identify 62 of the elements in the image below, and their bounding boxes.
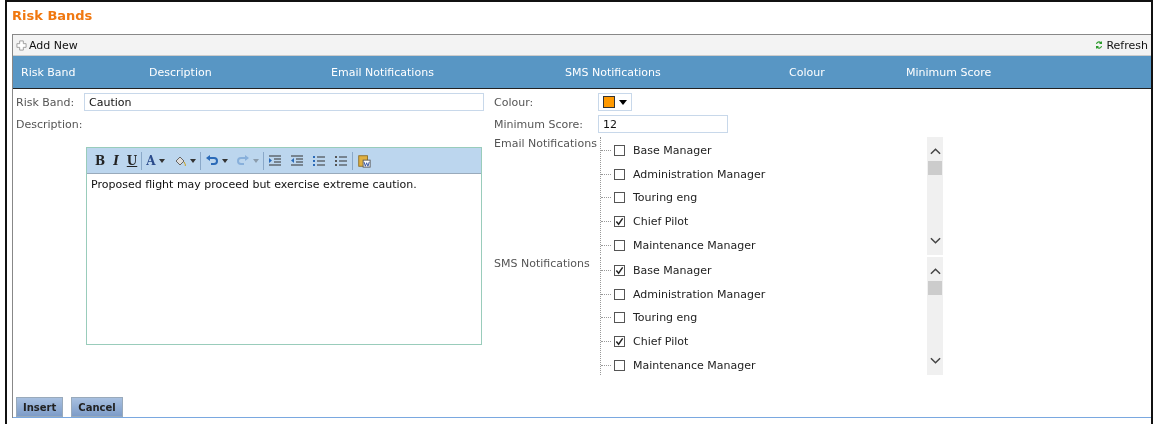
- checkbox[interactable]: [614, 145, 625, 157]
- italic-tool[interactable]: I: [113, 151, 119, 170]
- scrollbar-thumb[interactable]: [928, 281, 942, 295]
- field-label: Email Notifications: [494, 137, 598, 150]
- outdent-icon: [289, 153, 304, 168]
- rich-text-editor[interactable]: B I U A Proposed flight may proceed but exercise extreme caution.: [86, 147, 482, 345]
- checkbox[interactable]: [614, 336, 625, 348]
- scroll-down-icon[interactable]: [929, 357, 941, 365]
- checkbox[interactable]: [614, 168, 625, 180]
- checkbox-label[interactable]: Administration Manager: [633, 167, 766, 181]
- checkbox-label[interactable]: Administration Manager: [633, 287, 766, 301]
- checkbox[interactable]: [614, 239, 625, 251]
- clipboard-icon: [356, 153, 371, 168]
- checkbox-label[interactable]: Chief Pilot: [633, 215, 689, 229]
- bullet-list-icon: [333, 153, 348, 168]
- form-button[interactable]: Insert: [16, 397, 64, 417]
- add-new-button[interactable]: Add New: [13, 38, 81, 52]
- scroll-down-icon[interactable]: [929, 237, 941, 245]
- caret-icon: [221, 158, 228, 163]
- font-color-tool[interactable]: A: [146, 151, 165, 170]
- caret-icon: [189, 158, 196, 163]
- colour-picker[interactable]: [598, 93, 632, 111]
- minimum-score-field[interactable]: 12: [598, 115, 728, 133]
- field-label: Minimum Score:: [494, 117, 584, 131]
- field-label: SMS Notifications: [494, 257, 591, 270]
- redo-icon: [235, 153, 250, 168]
- plus-icon: [16, 39, 27, 51]
- field-label: Risk Band:: [16, 95, 76, 109]
- underline-tool[interactable]: U: [126, 151, 138, 170]
- scroll-up-icon[interactable]: [929, 267, 941, 275]
- checkbox[interactable]: [614, 359, 625, 371]
- indent-icon: [267, 153, 282, 168]
- refresh-icon: [1094, 40, 1105, 50]
- checkbox-label[interactable]: Base Manager: [633, 144, 712, 158]
- ordered-list-icon: [311, 153, 326, 168]
- form-button[interactable]: Cancel: [71, 397, 123, 417]
- scrollbar[interactable]: [927, 257, 943, 375]
- checkbox-label[interactable]: Chief Pilot: [633, 335, 689, 349]
- field-label: Description:: [16, 117, 84, 131]
- undo-icon: [204, 153, 219, 168]
- checkbox-label[interactable]: Touring eng: [633, 311, 698, 325]
- scrollbar[interactable]: [927, 137, 943, 255]
- checkbox[interactable]: [614, 288, 625, 300]
- checkbox[interactable]: [614, 216, 625, 228]
- caret-icon: [252, 158, 259, 163]
- caret-icon: [619, 99, 627, 105]
- bold-tool[interactable]: B: [95, 151, 106, 170]
- scroll-up-icon[interactable]: [929, 147, 941, 155]
- checkbox[interactable]: [614, 192, 625, 204]
- checkbox-label[interactable]: Touring eng: [633, 191, 698, 205]
- checkbox-label[interactable]: Maintenance Manager: [633, 238, 756, 252]
- caret-icon: [158, 158, 165, 163]
- page-title: Risk Bands: [12, 8, 94, 25]
- risk-band-field[interactable]: Caution: [84, 93, 484, 111]
- scrollbar-thumb[interactable]: [928, 161, 942, 175]
- field-label: Colour:: [494, 95, 535, 109]
- checkbox[interactable]: [614, 312, 625, 324]
- checkbox-label[interactable]: Maintenance Manager: [633, 358, 756, 372]
- refresh-button[interactable]: Refresh: [1091, 38, 1151, 52]
- description-text: Proposed flight may proceed but exercise extreme caution.: [90, 177, 418, 193]
- checkbox[interactable]: [614, 265, 625, 277]
- checkbox-label[interactable]: Base Manager: [633, 264, 712, 278]
